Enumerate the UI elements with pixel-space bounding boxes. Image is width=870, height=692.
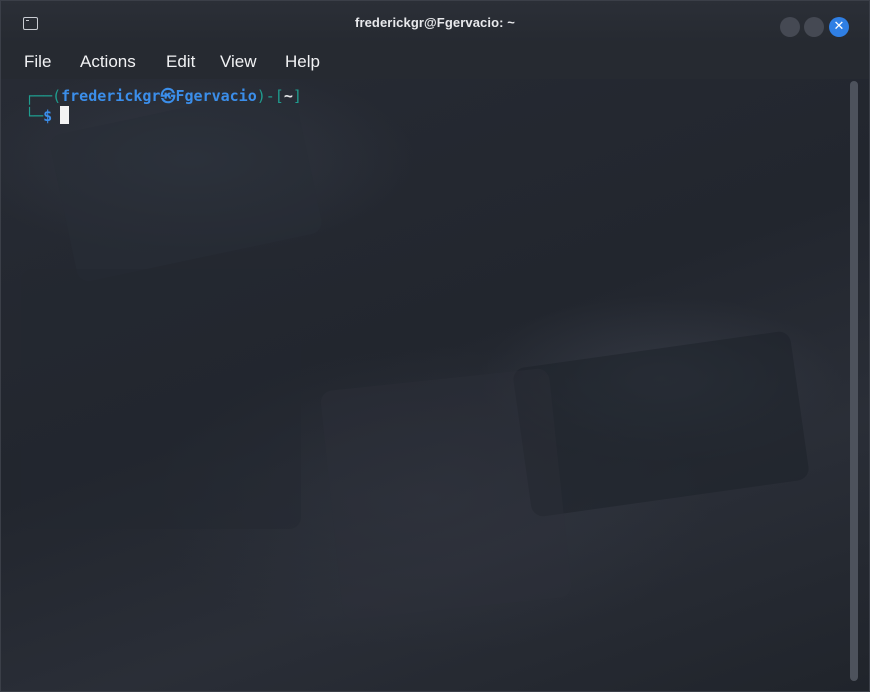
- prompt-corner: └─: [25, 107, 44, 125]
- prompt-bracket: ┌──(: [25, 87, 62, 105]
- current-directory: ~: [283, 87, 293, 105]
- scrollbar[interactable]: [850, 81, 858, 681]
- prompt-bracket: )-[: [256, 87, 284, 105]
- menu-edit[interactable]: Edit: [166, 52, 195, 72]
- background-keycap: [21, 269, 301, 529]
- menu-actions[interactable]: Actions: [80, 52, 136, 72]
- prompt-bracket: ]: [292, 87, 302, 105]
- minimize-button[interactable]: [780, 17, 800, 37]
- prompt-line-1: ┌──(frederickgr㉿Fgervacio)-[~]: [25, 85, 302, 106]
- terminal-window: frederickgr@Fgervacio: ~ ✕ File Actions …: [0, 0, 870, 692]
- prompt-symbol: $: [43, 107, 53, 125]
- background-keycap: [48, 84, 324, 284]
- menu-view[interactable]: View: [220, 52, 257, 72]
- window-title: frederickgr@Fgervacio: ~: [355, 15, 515, 30]
- prompt-line-2: └─$: [25, 106, 70, 125]
- close-icon: ✕: [833, 19, 845, 34]
- menu-help[interactable]: Help: [285, 52, 320, 72]
- terminal-area[interactable]: ┌──(frederickgr㉿Fgervacio)-[~] └─$: [1, 79, 869, 691]
- menu-bar: File Actions Edit View Help: [1, 43, 869, 79]
- close-button[interactable]: ✕: [829, 17, 849, 37]
- user-host: frederickgr㉿Fgervacio: [61, 87, 257, 105]
- maximize-button[interactable]: [804, 17, 824, 37]
- background-keycap: [319, 367, 573, 621]
- text-cursor: [60, 106, 70, 124]
- menu-file[interactable]: File: [24, 52, 51, 72]
- title-bar[interactable]: frederickgr@Fgervacio: ~ ✕: [1, 1, 869, 43]
